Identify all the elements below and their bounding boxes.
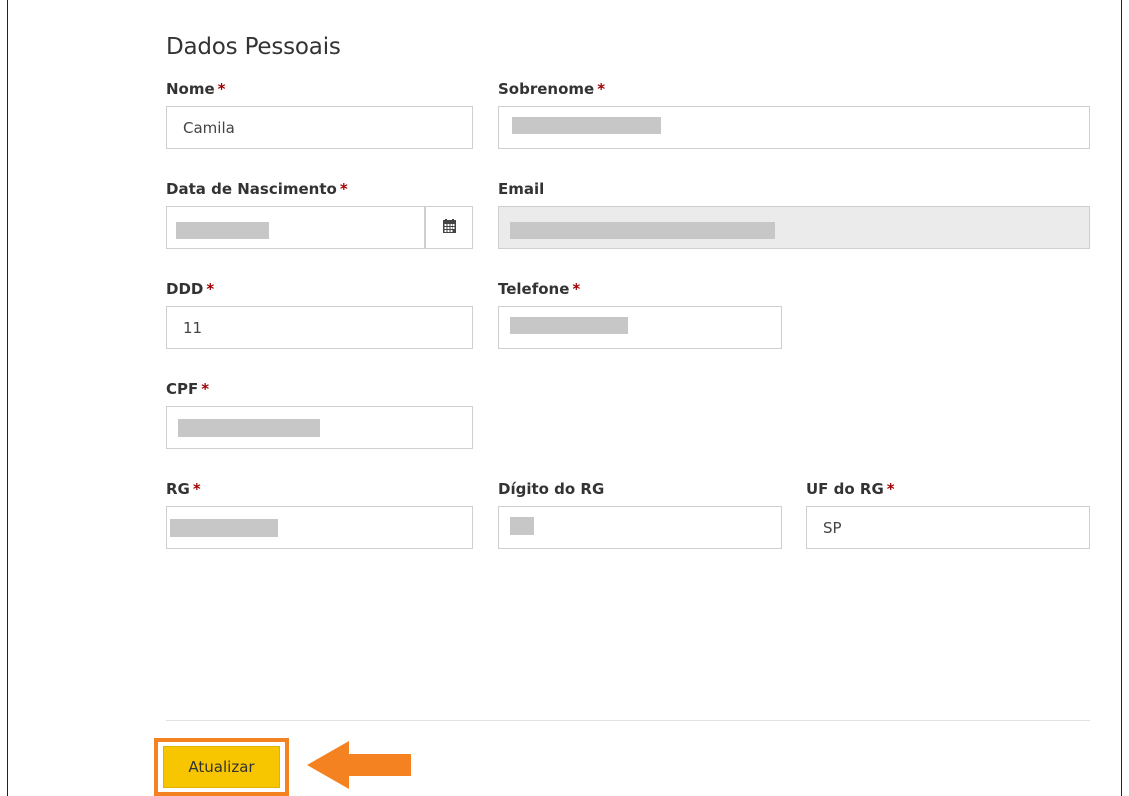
- uf-rg-value: SP: [823, 518, 842, 537]
- redacted-block: [178, 419, 320, 437]
- nome-input[interactable]: Camila: [166, 106, 473, 149]
- digito-rg-input[interactable]: [498, 506, 782, 549]
- required-mark: *: [886, 480, 895, 498]
- required-mark: *: [339, 180, 348, 198]
- sobrenome-label-text: Sobrenome: [498, 80, 595, 98]
- required-mark: *: [597, 80, 606, 98]
- email-label-text: Email: [498, 180, 545, 198]
- data-nascimento-label-text: Data de Nascimento: [166, 180, 337, 198]
- required-mark: *: [217, 80, 226, 98]
- rg-label-text: RG: [166, 480, 190, 498]
- required-mark: *: [572, 280, 581, 298]
- digito-rg-label-text: Dígito do RG: [498, 480, 605, 498]
- nome-label: Nome *: [166, 80, 226, 98]
- cpf-label-text: CPF: [166, 380, 199, 398]
- form-divider: [166, 720, 1090, 721]
- digito-rg-label: Dígito do RG: [498, 480, 604, 498]
- calendar-icon: [442, 218, 456, 237]
- page-frame-left: [7, 0, 8, 796]
- redacted-block: [510, 317, 628, 334]
- section-title: Dados Pessoais: [166, 34, 341, 60]
- rg-label: RG *: [166, 480, 201, 498]
- nome-label-text: Nome: [166, 80, 215, 98]
- telefone-label-text: Telefone: [498, 280, 570, 298]
- page-frame-right: [1121, 0, 1122, 796]
- ddd-label: DDD *: [166, 280, 214, 298]
- calendar-button[interactable]: [425, 206, 473, 249]
- data-nascimento-label: Data de Nascimento *: [166, 180, 348, 198]
- telefone-label: Telefone *: [498, 280, 580, 298]
- ddd-value: 11: [183, 318, 203, 337]
- required-mark: *: [201, 380, 210, 398]
- required-mark: *: [192, 480, 201, 498]
- cpf-label: CPF *: [166, 380, 209, 398]
- uf-rg-label-text: UF do RG: [806, 480, 884, 498]
- redacted-block: [170, 519, 278, 537]
- required-mark: *: [206, 280, 215, 298]
- ddd-input[interactable]: 11: [166, 306, 473, 349]
- uf-rg-input[interactable]: SP: [806, 506, 1090, 549]
- redacted-block: [510, 517, 534, 535]
- redacted-block: [176, 222, 269, 239]
- sobrenome-label: Sobrenome *: [498, 80, 605, 98]
- redacted-block: [512, 117, 661, 134]
- nome-value: Camila: [183, 118, 235, 137]
- uf-rg-label: UF do RG *: [806, 480, 895, 498]
- arrow-left-icon: [307, 741, 411, 789]
- ddd-label-text: DDD: [166, 280, 204, 298]
- email-label: Email: [498, 180, 544, 198]
- redacted-block: [510, 222, 775, 239]
- update-button[interactable]: Atualizar: [163, 746, 280, 788]
